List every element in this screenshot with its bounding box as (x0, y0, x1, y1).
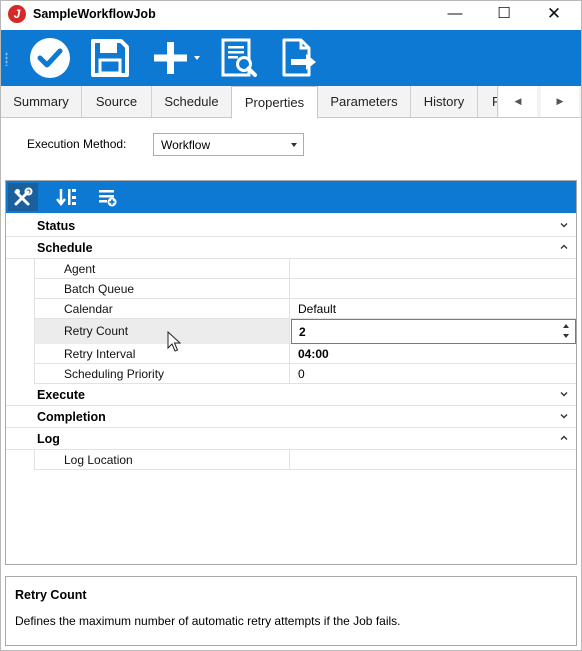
retry-count-stepper[interactable]: 2 (291, 319, 576, 344)
property-row-retry-count[interactable]: Retry Count 2 (6, 319, 576, 344)
property-value[interactable] (291, 259, 576, 279)
category-label: Completion (37, 410, 106, 424)
spin-down-icon[interactable] (563, 334, 569, 338)
report-button[interactable] (217, 36, 261, 80)
main-toolbar (1, 30, 581, 86)
category-log[interactable]: Log (6, 428, 576, 450)
app-logo-icon: J (8, 5, 26, 23)
description-title: Retry Count (15, 588, 87, 602)
add-property-button[interactable] (92, 183, 122, 211)
sort-icon (56, 189, 76, 207)
chevron-down-icon[interactable] (560, 412, 568, 420)
property-name: Batch Queue (34, 279, 290, 299)
property-grid-toolbar (6, 181, 576, 213)
chevron-down-icon[interactable] (560, 390, 568, 398)
property-value[interactable]: 04:00 (291, 344, 576, 364)
property-name: Scheduling Priority (34, 364, 290, 384)
check-circle-icon (30, 38, 70, 78)
property-value[interactable] (291, 279, 576, 299)
mouse-cursor-icon (167, 331, 181, 352)
category-execute[interactable]: Execute (6, 384, 576, 406)
add-icon (154, 42, 200, 74)
execution-method-label: Execution Method: (27, 137, 127, 151)
apply-button[interactable] (27, 36, 73, 80)
property-name: Retry Interval (34, 344, 290, 364)
toolbar-grip-icon[interactable] (5, 52, 8, 66)
tab-summary[interactable]: Summary (1, 86, 82, 117)
tab-history[interactable]: History (411, 86, 478, 117)
category-completion[interactable]: Completion (6, 406, 576, 428)
chevron-up-icon[interactable] (560, 243, 568, 251)
export-icon (282, 38, 316, 77)
tab-parameters[interactable]: Parameters (318, 86, 411, 117)
property-rows: Status Schedule Agent Batch Queue Calend… (6, 215, 576, 470)
property-grid: Status Schedule Agent Batch Queue Calend… (5, 180, 577, 565)
close-button[interactable]: ✕ (531, 1, 577, 27)
category-schedule[interactable]: Schedule (6, 237, 576, 259)
chevron-up-icon[interactable] (560, 434, 568, 442)
tab-properties[interactable]: Properties (231, 86, 318, 119)
category-label: Status (37, 219, 76, 233)
description-text: Defines the maximum number of automatic … (15, 614, 401, 628)
wrench-icon (14, 187, 33, 206)
spin-up-icon[interactable] (563, 324, 569, 328)
property-value: 2 (299, 325, 306, 339)
property-name: Retry Count (34, 319, 290, 344)
property-value[interactable]: 0 (291, 364, 576, 384)
chevron-down-icon[interactable] (560, 221, 568, 229)
maximize-button[interactable]: ☐ (481, 1, 527, 27)
property-name: Log Location (34, 450, 290, 470)
add-list-icon (99, 190, 117, 207)
property-row-agent[interactable]: Agent (6, 259, 576, 279)
add-button[interactable] (149, 36, 205, 80)
description-panel: Retry Count Defines the maximum number o… (5, 576, 577, 646)
property-row-retry-interval[interactable]: Retry Interval 04:00 (6, 344, 576, 364)
property-value[interactable]: Default (291, 299, 576, 319)
category-status[interactable]: Status (6, 215, 576, 237)
property-row-batch-queue[interactable]: Batch Queue (6, 279, 576, 299)
category-label: Log (37, 432, 60, 446)
category-label: Execute (37, 388, 85, 402)
category-label: Schedule (37, 241, 93, 255)
minimize-button[interactable]: — (432, 1, 478, 27)
property-row-scheduling-priority[interactable]: Scheduling Priority 0 (6, 364, 576, 384)
report-icon (221, 38, 257, 77)
sort-button[interactable] (52, 183, 82, 211)
tab-strip: Summary Source Schedule Properties Param… (1, 86, 581, 119)
execution-method-select[interactable]: Workflow (153, 133, 304, 156)
app-window: J SampleWorkflowJob — ☐ ✕ Summary Source… (0, 0, 582, 651)
save-button[interactable] (87, 36, 133, 80)
window-title: SampleWorkflowJob (33, 7, 156, 21)
tab-scroll-left-icon[interactable]: ◀ (499, 86, 537, 117)
property-value[interactable] (291, 450, 576, 470)
property-name: Calendar (34, 299, 290, 319)
title-bar: J SampleWorkflowJob — ☐ ✕ (1, 1, 581, 29)
save-icon (91, 39, 129, 77)
tab-truncated[interactable]: R (478, 86, 498, 117)
tab-source[interactable]: Source (82, 86, 152, 117)
execution-method-value: Workflow (161, 138, 211, 152)
tab-scroll-right-icon[interactable]: ▶ (541, 86, 579, 117)
property-row-calendar[interactable]: Calendar Default (6, 299, 576, 319)
chevron-down-icon (291, 143, 297, 147)
tab-schedule[interactable]: Schedule (152, 86, 232, 117)
export-button[interactable] (277, 36, 321, 80)
property-row-log-location[interactable]: Log Location (6, 450, 576, 470)
categorized-view-button[interactable] (8, 183, 38, 211)
property-name: Agent (34, 259, 290, 279)
